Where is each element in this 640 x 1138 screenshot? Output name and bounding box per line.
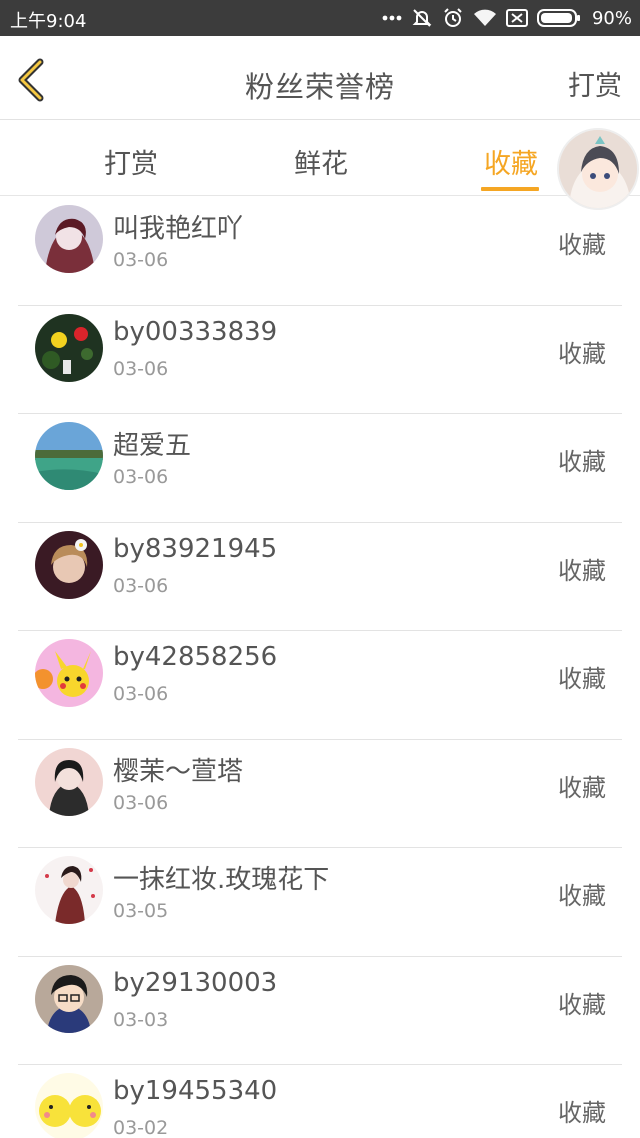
user-name: 一抹红妆.玫瑰花下 [113, 865, 330, 895]
avatar [35, 964, 103, 1033]
avatar [35, 313, 103, 382]
header: 粉丝荣誉榜 打赏 [0, 36, 640, 120]
user-name: 叫我艳红吖 [113, 214, 244, 244]
user-name: by42858256 [113, 642, 278, 672]
active-tab-indicator [481, 187, 539, 191]
status-icons: 90% [382, 4, 632, 32]
battery-percent: 90% [591, 7, 632, 29]
action-label: 收藏 [558, 448, 606, 476]
wifi-icon [473, 8, 497, 28]
action-label: 收藏 [558, 882, 606, 910]
action-label: 收藏 [558, 231, 606, 259]
user-name: 樱茉～萱塔 [113, 756, 244, 787]
date: 03-06 [113, 357, 169, 380]
list-item[interactable]: by83921945 03-06 收藏 [18, 523, 622, 631]
date: 03-06 [113, 466, 169, 488]
date: 03-06 [113, 791, 169, 814]
action-label: 收藏 [558, 556, 606, 585]
date: 03-06 [113, 574, 169, 597]
action-label: 收藏 [558, 990, 606, 1019]
user-name: 超爱五 [113, 431, 192, 461]
date: 03-05 [113, 900, 169, 922]
user-name: by29130003 [113, 967, 278, 998]
battery-icon [536, 8, 581, 28]
sim-icon [505, 8, 528, 28]
avatar [35, 856, 103, 924]
tab-reward[interactable]: 打赏 [100, 142, 162, 181]
tab-bar: 打赏 鲜花 收藏 [0, 120, 640, 196]
date: 03-06 [113, 683, 169, 705]
list-item[interactable]: 樱茉～萱塔 03-06 收藏 [18, 740, 622, 848]
list-item[interactable]: by19455340 03-02 收藏 [18, 1065, 622, 1138]
avatar [35, 530, 103, 599]
list-item[interactable]: 叫我艳红吖 03-06 收藏 [18, 197, 622, 306]
user-name: by83921945 [113, 533, 278, 564]
user-name: by00333839 [113, 316, 278, 347]
page-title: 粉丝荣誉榜 [244, 70, 395, 104]
avatar [35, 205, 103, 273]
avatar [35, 747, 103, 816]
status-bar: 上午9:04 90% [0, 0, 640, 36]
avatar [35, 639, 103, 707]
date: 03-06 [113, 249, 169, 271]
date: 03-03 [113, 1008, 169, 1031]
list-item[interactable]: 一抹红妆.玫瑰花下 03-05 收藏 [18, 848, 622, 957]
list-item[interactable]: by29130003 03-03 收藏 [18, 957, 622, 1065]
tab-favorites[interactable]: 收藏 [480, 142, 542, 181]
action-label: 收藏 [558, 773, 606, 802]
mute-bell-icon [411, 7, 433, 29]
more-dots-icon [382, 14, 402, 22]
user-name: by19455340 [113, 1076, 278, 1106]
alarm-icon [442, 7, 464, 29]
avatar [35, 422, 103, 490]
date: 03-02 [113, 1117, 169, 1138]
avatar [35, 1073, 103, 1138]
action-label: 收藏 [558, 1099, 606, 1127]
list-item[interactable]: by42858256 03-06 收藏 [18, 631, 622, 740]
list-item[interactable]: 超爱五 03-06 收藏 [18, 414, 622, 523]
action-label: 收藏 [558, 339, 606, 368]
status-time: 上午9:04 [10, 11, 87, 32]
list-item[interactable]: by00333839 03-06 收藏 [18, 306, 622, 414]
tab-flowers[interactable]: 鲜花 [290, 142, 352, 181]
favorites-list: 叫我艳红吖 03-06 收藏 by00333839 03-06 收藏 超爱五 0… [0, 197, 640, 1138]
reward-button[interactable]: 打赏 [568, 64, 622, 103]
action-label: 收藏 [558, 665, 606, 693]
